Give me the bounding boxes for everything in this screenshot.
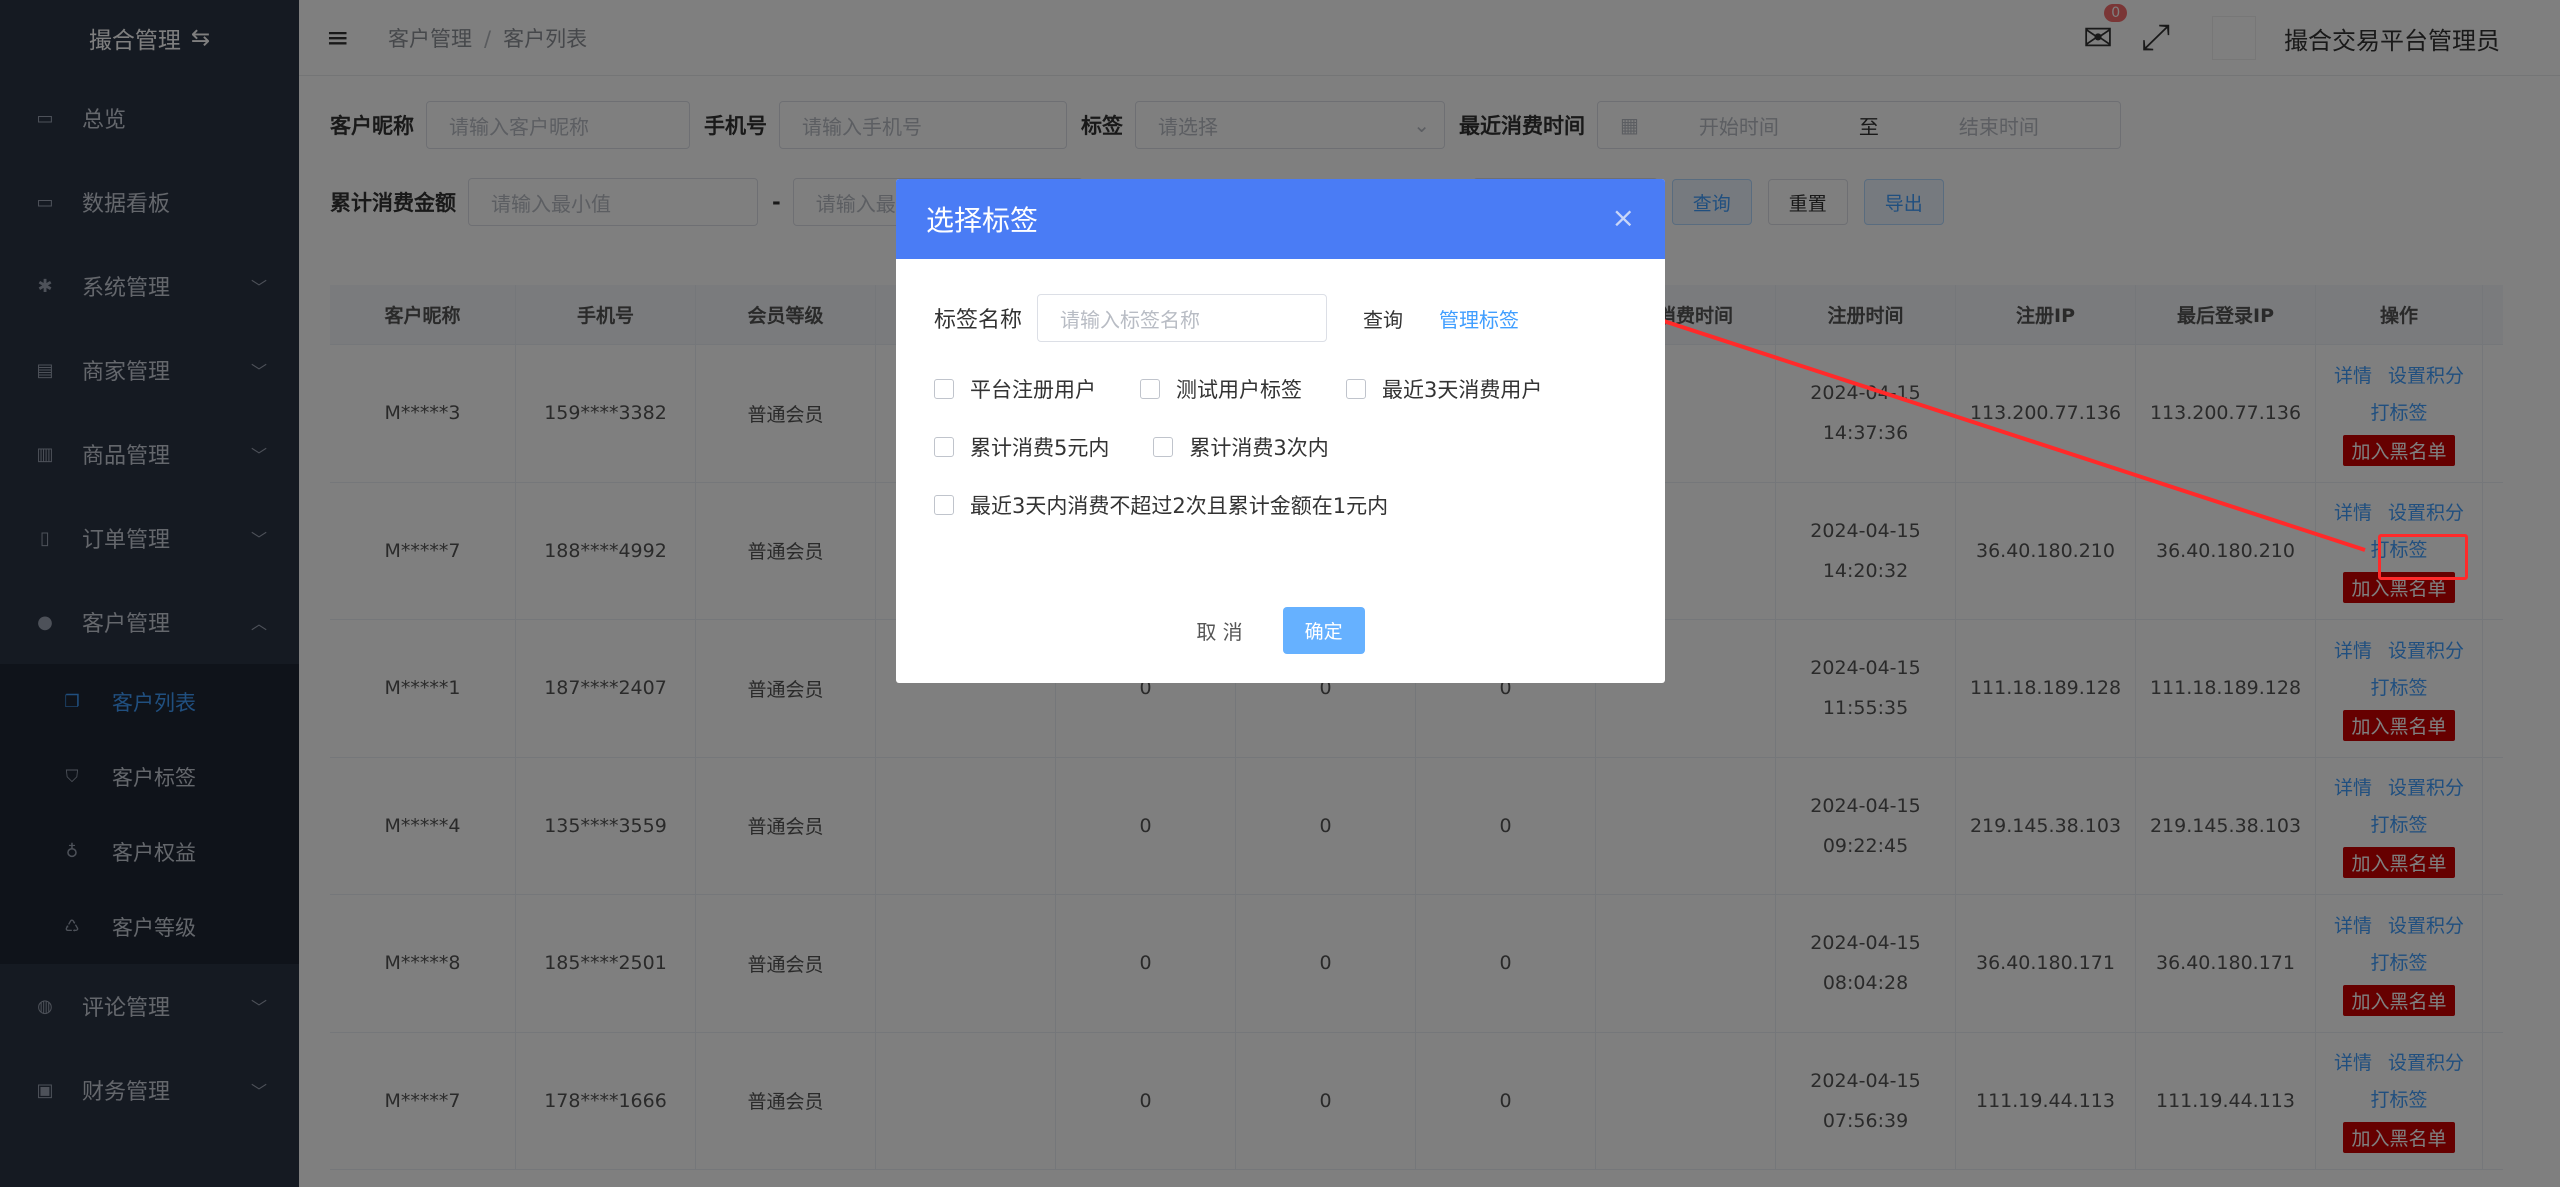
close-icon[interactable]: × (1612, 201, 1635, 234)
checkbox-label: 测试用户标签 (1176, 378, 1302, 402)
manage-tags-link[interactable]: 管理标签 (1439, 304, 1519, 333)
tag-checkbox[interactable]: 最近3天消费用户 (1346, 374, 1542, 404)
confirm-button[interactable]: 确定 (1282, 607, 1365, 654)
tag-name-label: 标签名称 (934, 308, 1023, 333)
dialog-query-button[interactable]: 查询 (1363, 304, 1403, 333)
checkbox-box[interactable] (934, 437, 954, 457)
checkbox-label: 累计消费5元内 (970, 436, 1110, 460)
checkbox-box[interactable] (934, 495, 954, 515)
checkbox-label: 平台注册用户 (970, 378, 1096, 402)
tag-name-input[interactable]: 请输入标签名称 (1037, 294, 1328, 342)
checkbox-label: 累计消费3次内 (1189, 436, 1329, 460)
tag-checkbox[interactable]: 累计消费5元内 (934, 432, 1109, 462)
tag-checkbox[interactable]: 测试用户标签 (1140, 374, 1302, 404)
tag-checkbox[interactable]: 最近3天内消费不超过2次且累计金额在1元内 (934, 490, 1388, 520)
checkbox-box[interactable] (1153, 437, 1174, 457)
checkbox-box[interactable] (1140, 379, 1160, 399)
dialog-header: 选择标签 × (896, 179, 1665, 259)
dialog-title: 选择标签 (926, 204, 1039, 237)
tag-checkbox[interactable]: 累计消费3次内 (1153, 432, 1329, 462)
checkbox-label: 最近3天消费用户 (1382, 378, 1543, 402)
checkbox-label: 最近3天内消费不超过2次且累计金额在1元内 (970, 494, 1389, 518)
checkbox-box[interactable] (1346, 379, 1366, 399)
tag-checkbox[interactable]: 平台注册用户 (934, 374, 1096, 404)
cancel-button[interactable]: 取 消 (1196, 616, 1242, 645)
tag-checkbox-group: 平台注册用户 测试用户标签 最近3天消费用户累计消费5元内 累计消费3次内最近3天内消… (934, 360, 1665, 534)
checkbox-box[interactable] (934, 379, 954, 399)
select-tag-dialog: 选择标签 × 标签名称 请输入标签名称 查询 管理标签 平台注册用户 测试用户标签… (896, 179, 1665, 683)
